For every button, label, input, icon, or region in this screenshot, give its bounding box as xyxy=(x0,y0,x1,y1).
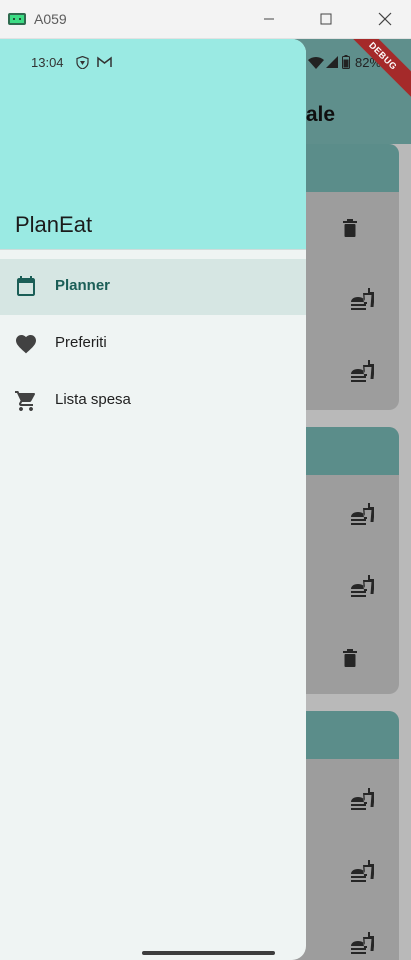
drawer-item-preferiti[interactable]: Preferiti xyxy=(0,316,306,372)
navigation-drawer: 13:04 PlanEat Planner Preferiti Lista sp… xyxy=(0,39,306,960)
delete-icon[interactable] xyxy=(343,219,357,237)
meal-icon[interactable] xyxy=(350,502,374,526)
maximize-button[interactable] xyxy=(313,6,339,32)
drawer-item-label: Lista spesa xyxy=(55,391,131,408)
status-bar-time: 13:04 xyxy=(31,55,64,70)
signal-icon xyxy=(326,56,338,68)
meal-icon[interactable] xyxy=(350,787,374,811)
minimize-button[interactable] xyxy=(256,6,282,32)
maximize-icon xyxy=(320,13,332,25)
drawer-title: PlanEat xyxy=(15,212,93,237)
calendar-icon xyxy=(17,276,35,296)
gmail-icon xyxy=(97,56,112,67)
meal-icon[interactable] xyxy=(350,359,374,383)
window-title: A059 xyxy=(34,11,67,27)
meal-icon[interactable] xyxy=(350,931,374,955)
meal-icon[interactable] xyxy=(350,287,374,311)
meal-icon[interactable] xyxy=(350,574,374,598)
close-icon xyxy=(378,12,392,26)
drawer-header: 13:04 PlanEat xyxy=(0,39,306,250)
drawer-item-label: Preferiti xyxy=(55,334,107,351)
home-indicator[interactable] xyxy=(142,951,275,955)
meal-icon[interactable] xyxy=(350,859,374,883)
cart-icon xyxy=(15,391,36,411)
app-screen: nale 82% DEBUG 13:04 PlanEat Planner Pre… xyxy=(0,39,411,960)
drawer-item-label: Planner xyxy=(55,277,111,294)
close-button[interactable] xyxy=(372,6,398,32)
wifi-icon xyxy=(308,56,324,69)
drawer-item-lista-spesa[interactable]: Lista spesa xyxy=(0,373,306,429)
battery-icon xyxy=(342,55,350,69)
android-emulator-icon xyxy=(8,13,26,25)
heart-icon xyxy=(16,335,36,354)
delete-icon[interactable] xyxy=(343,649,357,667)
minimize-icon xyxy=(264,18,274,20)
vpn-shield-icon xyxy=(76,56,89,69)
drawer-item-planner[interactable]: Planner xyxy=(0,259,306,315)
window-title-bar: A059 xyxy=(0,0,411,39)
